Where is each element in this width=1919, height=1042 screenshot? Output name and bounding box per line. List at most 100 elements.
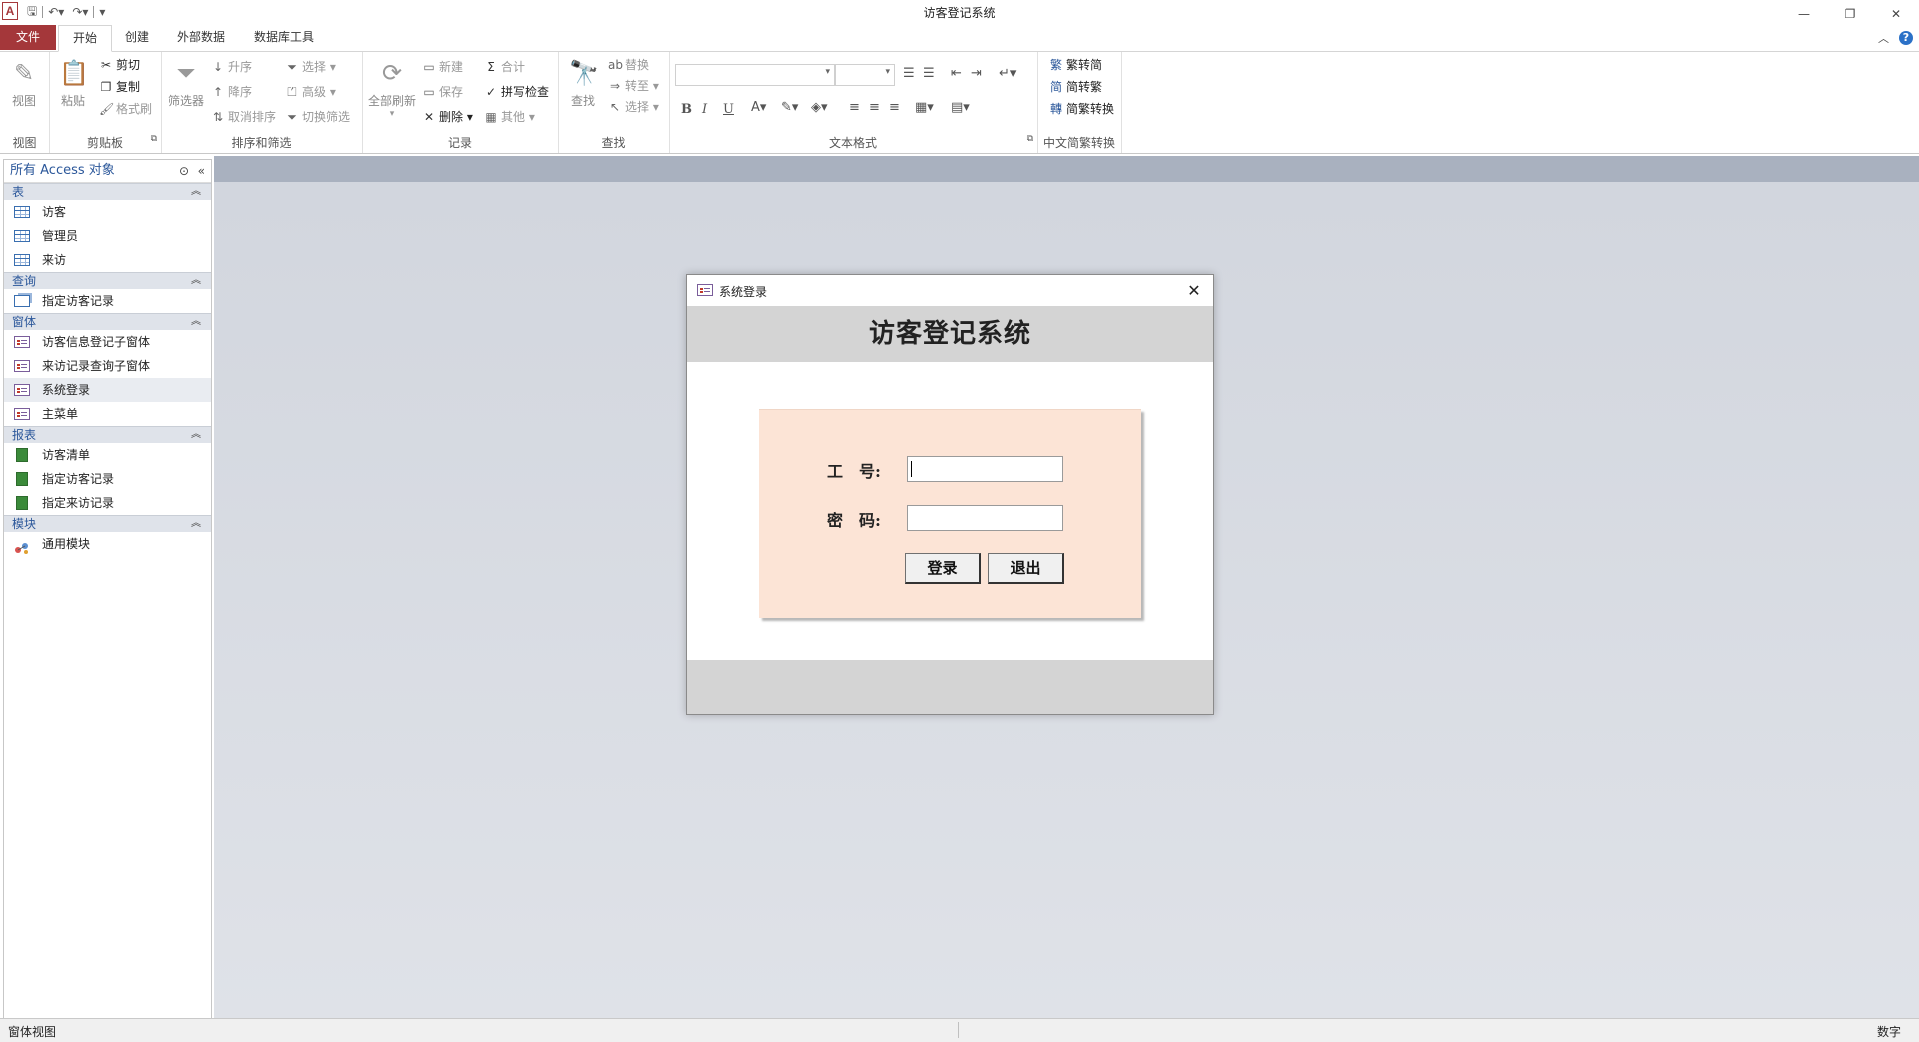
decrease-indent-icon[interactable]: ⇤	[951, 66, 962, 81]
simp-to-trad-button[interactable]: 简简转繁	[1049, 78, 1102, 96]
alternate-row-color-icon[interactable]: ▤▾	[951, 100, 970, 115]
section-title: 窗体	[12, 315, 37, 329]
login-button[interactable]: 登录	[905, 553, 981, 584]
shutter-bar-close-icon[interactable]: «	[198, 160, 205, 182]
sort-ascending-button[interactable]: ↓ 升序	[211, 58, 252, 76]
spelling-label: 拼写检查	[501, 85, 550, 99]
cut-button[interactable]: ✂ 剪切	[99, 56, 140, 74]
font-name-dropdown[interactable]: ▾	[675, 64, 835, 86]
password-field[interactable]	[907, 505, 1063, 531]
toggle-filter-label: 切换筛选	[302, 110, 351, 124]
dialog-launcher-icon[interactable]: ⧉	[151, 134, 157, 144]
nav-item-form-system-login[interactable]: 系统登录	[4, 378, 211, 402]
conversion-button[interactable]: 轉简繁转换	[1049, 100, 1114, 118]
employee-id-label: 工 号:	[827, 462, 881, 481]
replace-icon: ab	[608, 58, 623, 72]
report-icon	[16, 471, 28, 486]
new-record-button[interactable]: ▭ 新建	[422, 58, 463, 76]
numbering-icon[interactable]: ☰	[923, 66, 935, 81]
trad-to-simp-button[interactable]: 繁繁转简	[1049, 56, 1102, 74]
restore-icon[interactable]: ❐	[1827, 0, 1873, 28]
refresh-all-button[interactable]: ⟳ 全部刷新 ▾	[368, 58, 416, 119]
view-icon: ✎	[13, 59, 35, 87]
tab-database-tools[interactable]: 数据库工具	[240, 25, 328, 50]
paragraph-direction-icon[interactable]: ↵▾	[999, 66, 1016, 81]
more-button[interactable]: ▦ 其他 ▾	[484, 108, 535, 126]
remove-sort-button[interactable]: ⇅ 取消排序	[211, 108, 276, 126]
nav-item-table-admin[interactable]: 管理员	[4, 224, 211, 248]
nav-item-form-main-menu[interactable]: 主菜单	[4, 402, 211, 426]
replace-button[interactable]: ab 替换	[608, 56, 649, 74]
delete-record-button[interactable]: ✕ 删除 ▾	[422, 108, 473, 126]
help-icon[interactable]: ?	[1899, 31, 1913, 45]
section-title: 模块	[12, 517, 37, 531]
nav-item-table-visitor[interactable]: 访客	[4, 200, 211, 224]
view-button[interactable]: ✎ 视图	[5, 58, 43, 109]
save-record-button[interactable]: ▭ 保存	[422, 83, 463, 101]
nav-section-queries[interactable]: 查询 ︽	[4, 272, 211, 289]
goto-button[interactable]: ⇒ 转至 ▾	[608, 77, 659, 95]
fill-color-icon[interactable]: ◈▾	[811, 100, 828, 115]
select-label: 选择	[625, 100, 650, 114]
advanced-filter-button[interactable]: ⏍ 高级 ▾	[285, 83, 335, 101]
nav-section-reports[interactable]: 报表 ︽	[4, 426, 211, 443]
nav-item-table-visit[interactable]: 来访	[4, 248, 211, 272]
filter-button[interactable]: ⏷ 筛选器	[167, 58, 205, 109]
select-button[interactable]: ↖ 选择 ▾	[608, 98, 659, 116]
simp-to-trad-label: 简转繁	[1066, 80, 1103, 94]
totals-button[interactable]: Σ 合计	[484, 58, 525, 76]
exit-button[interactable]: 退出	[988, 553, 1064, 584]
italic-button[interactable]: I	[702, 102, 707, 117]
align-left-icon[interactable]: ≡	[849, 100, 860, 115]
nav-item-query-visitor-records[interactable]: 指定访客记录	[4, 289, 211, 313]
nav-item-report-visitor-records[interactable]: 指定访客记录	[4, 467, 211, 491]
tab-external-data[interactable]: 外部数据	[163, 25, 239, 50]
ribbon-help-area: ︿ ?	[1878, 30, 1913, 46]
nav-item-report-visit-records[interactable]: 指定来访记录	[4, 491, 211, 515]
selection-filter-button[interactable]: ⏷ 选择 ▾	[285, 58, 336, 76]
nav-section-forms[interactable]: 窗体 ︽	[4, 313, 211, 330]
toggle-filter-button[interactable]: ⏷ 切换筛选	[285, 108, 350, 126]
nav-section-tables[interactable]: 表 ︽	[4, 183, 211, 200]
align-center-icon[interactable]: ≡	[869, 100, 880, 115]
increase-indent-icon[interactable]: ⇥	[971, 66, 982, 81]
employee-id-field[interactable]	[907, 456, 1063, 482]
collapse-chevron-icon: ︽	[191, 275, 201, 286]
dialog-title-bar[interactable]: 系统登录 ✕	[687, 275, 1213, 306]
gridlines-icon[interactable]: ▦▾	[915, 100, 934, 115]
bold-button[interactable]: B	[681, 102, 692, 117]
close-icon[interactable]: ✕	[1873, 0, 1919, 28]
nav-pane-header[interactable]: 所有 Access 对象 ⊙ «	[4, 160, 211, 183]
nav-section-modules[interactable]: 模块 ︽	[4, 515, 211, 532]
table-icon	[14, 229, 30, 242]
nav-item-form-visitor-register-sub[interactable]: 访客信息登记子窗体	[4, 330, 211, 354]
format-painter-label: 格式刷	[116, 102, 153, 116]
selection-label: 选择	[302, 60, 327, 74]
find-button[interactable]: 🔭 查找	[564, 58, 602, 109]
collapse-chevron-icon: ︽	[191, 429, 201, 440]
nav-item-report-visitor-list[interactable]: 访客清单	[4, 443, 211, 467]
align-right-icon[interactable]: ≡	[889, 100, 900, 115]
tab-home[interactable]: 开始	[58, 25, 113, 52]
copy-button[interactable]: ❐ 复制	[99, 78, 140, 96]
tab-create[interactable]: 创建	[111, 25, 163, 50]
nav-menu-chevron-icon[interactable]: ⊙	[179, 160, 189, 182]
underline-button[interactable]: U	[723, 102, 734, 117]
close-icon[interactable]: ✕	[1181, 278, 1207, 304]
tab-file[interactable]: 文件	[0, 25, 56, 50]
paste-button[interactable]: 📋 粘贴	[54, 58, 92, 109]
minimize-icon[interactable]: —	[1781, 0, 1827, 28]
font-color-icon[interactable]: A▾	[751, 100, 766, 115]
spelling-button[interactable]: ✓ 拼写检查	[484, 83, 549, 101]
bullets-icon[interactable]: ☰	[903, 66, 915, 81]
form-icon	[697, 284, 713, 296]
highlight-icon[interactable]: ✎▾	[781, 100, 798, 115]
nav-item-form-visit-query-sub[interactable]: 来访记录查询子窗体	[4, 354, 211, 378]
dialog-launcher-icon[interactable]: ⧉	[1027, 134, 1033, 144]
refresh-icon: ⟳	[381, 59, 403, 87]
font-size-dropdown[interactable]: ▾	[835, 64, 895, 86]
sort-descending-button[interactable]: ↑ 降序	[211, 83, 252, 101]
format-painter-button[interactable]: 🖌 格式刷	[99, 100, 152, 118]
collapse-ribbon-icon[interactable]: ︿	[1878, 30, 1889, 46]
nav-item-module-common[interactable]: 通用模块	[4, 532, 211, 556]
